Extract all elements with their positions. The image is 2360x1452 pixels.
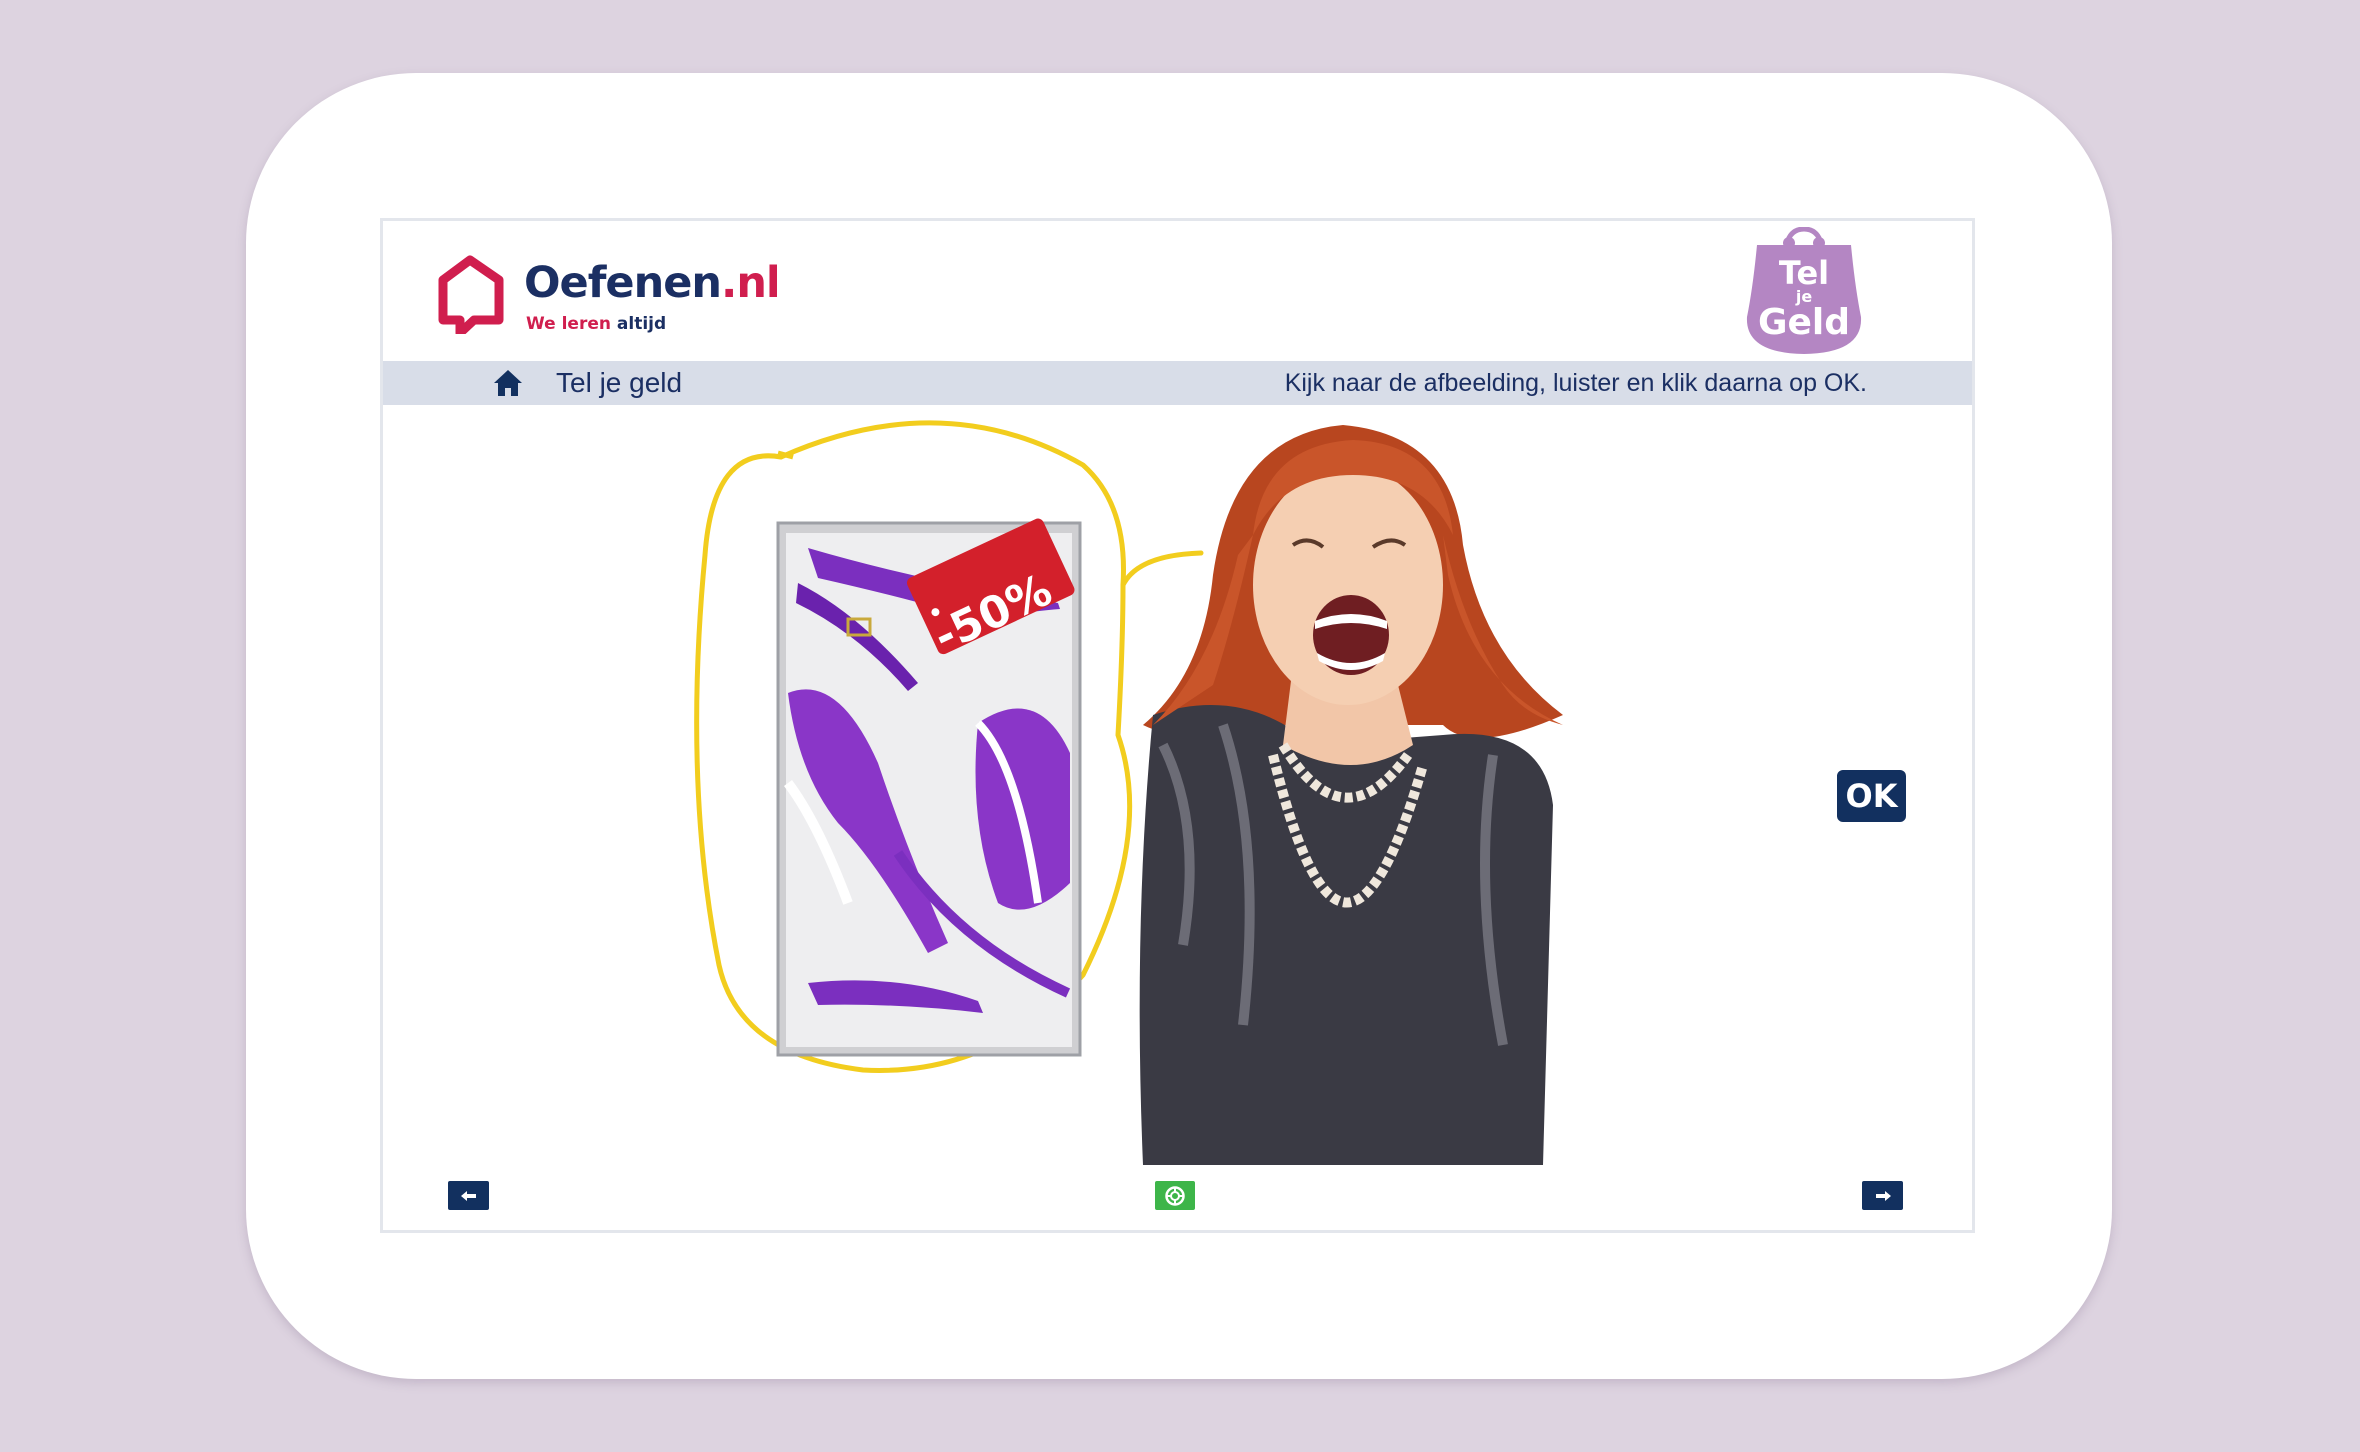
page-title: Tel je geld bbox=[556, 367, 683, 398]
lifebuoy-icon bbox=[1165, 1185, 1185, 1206]
badge-line3: Geld bbox=[1757, 302, 1851, 343]
arrow-right-icon bbox=[1875, 1190, 1891, 1201]
previous-button[interactable] bbox=[448, 1181, 489, 1210]
help-button[interactable] bbox=[1155, 1181, 1195, 1210]
ok-button[interactable]: OK bbox=[1835, 768, 1908, 824]
illustration-canvas: -50% bbox=[694, 420, 1563, 1165]
brand-tagline: We leren altijd bbox=[526, 314, 667, 334]
app-screen: Oefenen.nl We leren altijd Tel je Geld T… bbox=[380, 218, 1975, 1233]
badge-line1: Tel bbox=[1778, 254, 1830, 292]
home-icon[interactable] bbox=[493, 369, 523, 397]
laughing-woman bbox=[1139, 425, 1563, 1165]
oefenen-logo: Oefenen.nl We leren altijd bbox=[436, 254, 781, 339]
instruction-text: Kijk naar de afbeelding, luister en klik… bbox=[1284, 369, 1867, 397]
arrow-left-icon bbox=[460, 1190, 476, 1201]
exercise-illustration: -50% bbox=[383, 405, 1972, 1165]
brand-name: Oefenen.nl bbox=[524, 258, 781, 308]
logo-house-icon bbox=[438, 255, 504, 334]
title-bar: Tel je geld Kijk naar de afbeelding, lui… bbox=[383, 361, 1972, 405]
next-button[interactable] bbox=[1862, 1181, 1903, 1210]
tel-je-geld-badge: Tel je Geld bbox=[1743, 226, 1865, 357]
